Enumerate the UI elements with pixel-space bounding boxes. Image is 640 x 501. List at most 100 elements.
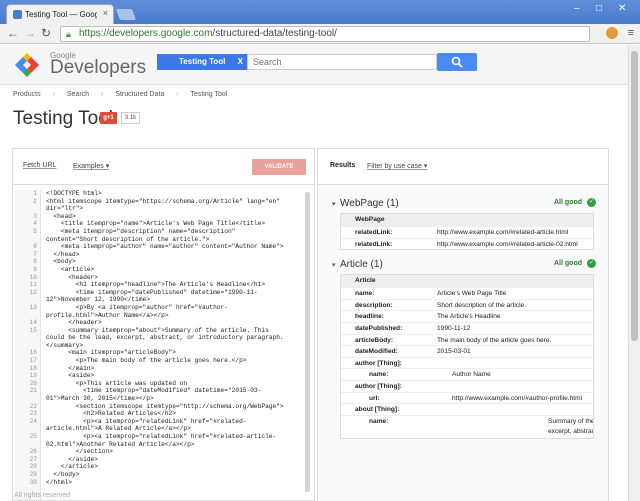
- line-number: 11: [29, 281, 37, 289]
- examples-dropdown[interactable]: Examples ▾: [73, 162, 109, 170]
- code-line: 7 </head>: [15, 251, 312, 259]
- code-line: content="Short description of the articl…: [15, 236, 312, 244]
- line-number: 30: [29, 478, 37, 486]
- line-number: 2: [33, 197, 37, 205]
- page-scrollbar[interactable]: [628, 45, 640, 501]
- status-badge: All good: [554, 260, 582, 268]
- result-section-header[interactable]: ▾ WebPage (1) All good ✓: [332, 197, 596, 213]
- extension-icon[interactable]: [606, 27, 618, 39]
- property-key: url:: [369, 394, 380, 402]
- results-panel: Results Filter by use case ▾ ▾ WebPage (1…: [317, 148, 609, 501]
- breadcrumb-item-products[interactable]: Products: [13, 91, 41, 98]
- breadcrumb-separator: ›: [176, 91, 179, 98]
- check-icon: ✓: [587, 198, 596, 207]
- results-label: Results: [330, 162, 356, 169]
- line-number: 9: [33, 265, 37, 273]
- maximize-icon[interactable]: □: [596, 3, 602, 14]
- validate-button[interactable]: VALIDATE: [252, 159, 306, 175]
- code-line: 11 <h1 itemprop="headline">The Article's…: [15, 281, 312, 289]
- chevron-down-icon: ▾: [332, 262, 336, 270]
- gplus-button[interactable]: g+1: [100, 112, 117, 124]
- filter-label: Filter by use case: [367, 163, 422, 170]
- property-row: dateModified: 2015-03-01: [341, 345, 593, 357]
- fetch-url-link[interactable]: Fetch URL: [23, 162, 56, 169]
- filter-dropdown[interactable]: Filter by use case ▾: [367, 162, 427, 170]
- code-line: 13 <p>By <a itemprop="author" href="#aut…: [15, 304, 312, 312]
- breadcrumb-item-search[interactable]: Search: [67, 91, 89, 98]
- code-line: dir="ltr">: [15, 205, 312, 213]
- code-line: 24 <p><a itemprop="relatedLink" href="#r…: [15, 418, 312, 426]
- property-row: articleBody: The main body of the article…: [341, 333, 593, 346]
- property-row: description: Short description of the art…: [341, 298, 593, 311]
- item-type: WebPage: [341, 214, 593, 226]
- gplus-count: 3.1k: [121, 112, 140, 124]
- menu-icon[interactable]: ≡: [628, 27, 634, 39]
- code-text: <h2>Related Articles</h2>: [46, 410, 176, 418]
- line-number: 16: [29, 349, 37, 357]
- url-host: https://developers.google.com: [79, 28, 213, 39]
- back-icon[interactable]: ←: [7, 26, 19, 40]
- code-text: <p><a itemprop="relatedLink" href="#rela…: [46, 433, 277, 440]
- chevron-down-icon: ▾: [423, 163, 428, 170]
- property-row: name: Author Name: [341, 368, 593, 380]
- property-key: description:: [355, 301, 393, 309]
- line-number: 10: [29, 273, 37, 281]
- lock-icon: 🔒︎: [66, 29, 71, 39]
- code-text: article.html">A Related Article</a></p>: [46, 425, 191, 433]
- property-key: articleBody:: [355, 336, 394, 344]
- code-line: 3 <head>: [15, 213, 312, 221]
- code-text: profile.html">Author Name</a></p>: [46, 311, 169, 319]
- code-line: could be the lead, excerpt, abstract, or…: [15, 334, 312, 342]
- code-line: 27 </aside>: [15, 456, 312, 464]
- code-line: article.html">A Related Article</a></p>: [15, 425, 312, 433]
- code-text: <p><a itemprop="relatedLink" href="#rela…: [46, 417, 247, 425]
- search-button[interactable]: [437, 53, 477, 71]
- browser-tab[interactable]: Testing Tool — Google Devel... ×: [6, 4, 114, 24]
- line-number: 3: [33, 212, 37, 220]
- property-row: datePublished: 1990-11-12: [341, 321, 593, 334]
- breadcrumb-item-structured-data[interactable]: Structured Data: [115, 91, 164, 98]
- forward-icon[interactable]: →: [24, 26, 36, 40]
- code-line: profile.html">Author Name</a></p>: [15, 312, 312, 320]
- line-number: 7: [33, 250, 37, 258]
- new-tab-button[interactable]: [115, 9, 137, 20]
- search-icon: [451, 56, 463, 68]
- code-text: <time itemprop="dateModified" datetime="…: [46, 387, 262, 395]
- page: Google Developers Testing Tool X Product…: [0, 45, 628, 501]
- code-text: <p>This article was updated on: [46, 379, 188, 387]
- close-window-icon[interactable]: ✕: [618, 3, 626, 14]
- code-text: <!DOCTYPE html>: [46, 190, 102, 197]
- input-toolbar: Fetch URL Examples ▾ VALIDATE: [13, 149, 314, 185]
- code-scrollbar[interactable]: [305, 192, 310, 492]
- property-value: Summary of the article. This could be th…: [548, 417, 593, 435]
- address-bar[interactable]: 🔒︎ https://developers.google.com/structu…: [60, 26, 590, 42]
- code-line: 28 </article>: [15, 463, 312, 471]
- search-scope-chip[interactable]: Testing Tool X: [157, 54, 247, 70]
- property-key: headline:: [355, 313, 384, 321]
- code-editor[interactable]: 1 <!DOCTYPE html> 2 <html itemscope itemtyp…: [15, 190, 312, 500]
- line-number: 1: [33, 190, 37, 197]
- property-key: datePublished:: [355, 324, 403, 332]
- search-scope-clear-icon[interactable]: X: [238, 54, 243, 70]
- reload-icon[interactable]: ↻: [41, 26, 51, 40]
- result-section-header[interactable]: ▾ Article (1) All good ✓: [332, 258, 596, 274]
- code-line: 23 <h2>Related Articles</h2>: [15, 410, 312, 418]
- code-text: <aside>: [46, 372, 95, 380]
- search-input[interactable]: [247, 54, 437, 70]
- code-text: </head>: [46, 250, 80, 258]
- minimize-icon[interactable]: –: [574, 3, 580, 14]
- line-number: 26: [29, 448, 37, 456]
- page-scrollbar-thumb[interactable]: [631, 51, 638, 341]
- item-type: Article: [341, 275, 593, 288]
- tab-title: Testing Tool — Google Devel...: [25, 10, 97, 19]
- chevron-down-icon: ▾: [332, 201, 336, 208]
- breadcrumb-item-testing-tool[interactable]: Testing Tool: [190, 91, 227, 98]
- code-line: 9 <article>: [15, 266, 312, 274]
- code-line: </summary>: [15, 342, 312, 350]
- property-value: The Article's Headline: [437, 313, 501, 321]
- tab-close-icon[interactable]: ×: [103, 8, 108, 18]
- google-developers-logo-icon[interactable]: [12, 50, 42, 80]
- results-toolbar: Results Filter by use case ▾: [318, 149, 608, 185]
- url-path: /structured-data/testing-tool/: [212, 28, 337, 39]
- property-row: headline: The Article's Headline: [341, 310, 593, 322]
